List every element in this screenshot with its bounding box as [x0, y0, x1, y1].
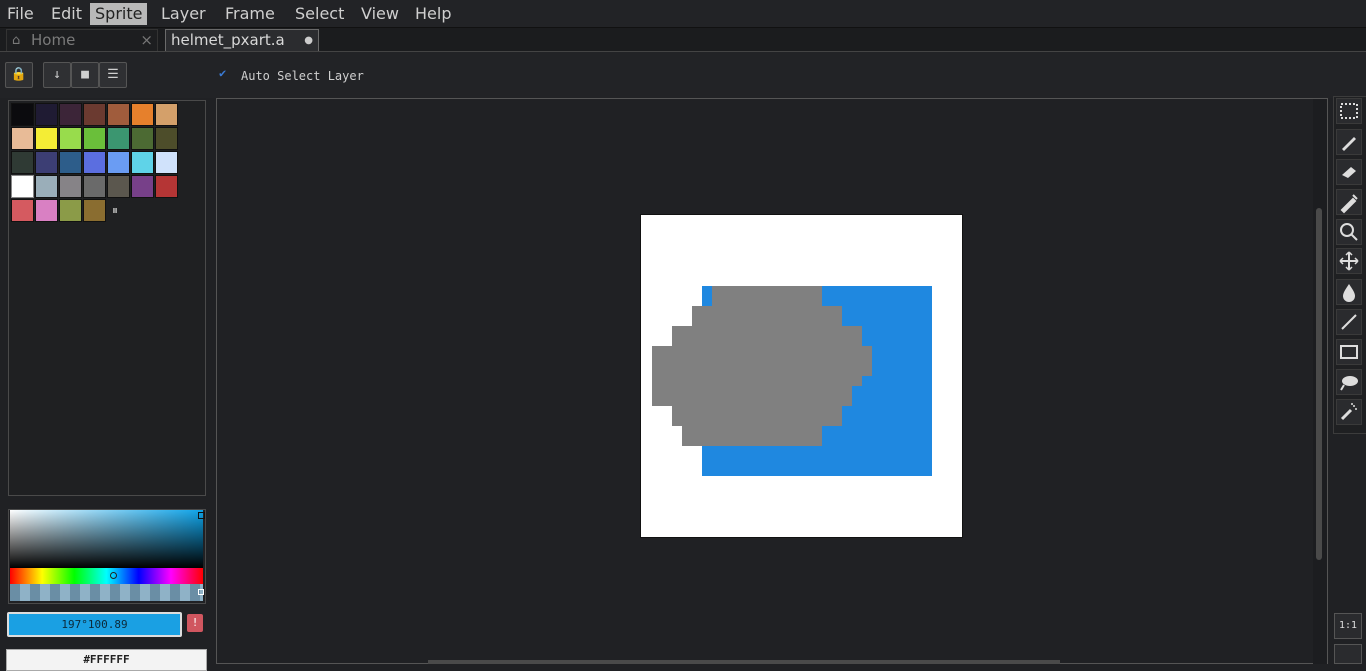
menu-help[interactable]: Help [410, 3, 456, 25]
palette-swatch[interactable] [131, 127, 154, 150]
palette-swatch[interactable] [155, 175, 178, 198]
palette-swatch[interactable] [83, 199, 106, 222]
palette-swatch[interactable] [59, 127, 82, 150]
lasso-icon[interactable] [1336, 369, 1362, 395]
down-arrow-button[interactable]: ↓ [43, 62, 71, 88]
eraser-icon[interactable] [1336, 159, 1362, 185]
menu-frame[interactable]: Frame [220, 3, 280, 25]
palette-swatch[interactable] [11, 103, 34, 126]
horizontal-scroll-thumb[interactable] [428, 660, 1060, 664]
auto-select-label: Auto Select Layer [241, 69, 364, 83]
palette-more-icon[interactable]: ⏸ [112, 203, 118, 218]
context-toolbar [0, 52, 1366, 98]
eyedropper-icon[interactable] [1336, 189, 1362, 215]
menu-file[interactable]: File [2, 3, 39, 25]
tab-bar: ⌂ Home × helmet_pxart.a ● [0, 28, 1366, 52]
menu-sprite[interactable]: Sprite [90, 3, 148, 25]
marquee-icon[interactable] [1336, 98, 1362, 124]
palette-swatch[interactable] [107, 151, 130, 174]
palette-swatch[interactable] [35, 127, 58, 150]
menu-view[interactable]: View [356, 3, 404, 25]
page-button[interactable]: ■ [71, 62, 99, 88]
alpha-slider[interactable] [10, 584, 203, 601]
hex-color-field[interactable]: #FFFFFF [6, 649, 207, 671]
zoom-reset-button[interactable]: 1:1 [1334, 613, 1362, 639]
palette-swatch[interactable] [11, 175, 34, 198]
grid-toggle-button[interactable] [1334, 644, 1362, 664]
rectangle-icon[interactable] [1336, 339, 1362, 365]
palette-swatch[interactable] [35, 103, 58, 126]
lock-icon[interactable]: 🔒 [5, 62, 33, 88]
menu-select[interactable]: Select [290, 3, 349, 25]
hue-slider[interactable] [10, 568, 203, 584]
palette-swatch[interactable] [107, 127, 130, 150]
line-icon[interactable] [1336, 309, 1362, 335]
palette-swatch[interactable] [107, 175, 130, 198]
sv-handle[interactable] [198, 512, 205, 519]
move-icon[interactable] [1336, 248, 1362, 274]
palette-swatch[interactable] [11, 199, 34, 222]
tab-home-label: Home [31, 31, 76, 49]
palette-swatch[interactable] [59, 103, 82, 126]
palette-swatch[interactable] [131, 103, 154, 126]
sprite-pixels [641, 286, 932, 476]
hue-handle[interactable] [110, 572, 117, 579]
zoom-icon[interactable] [1336, 219, 1362, 245]
fill-icon[interactable] [1336, 279, 1362, 305]
vertical-scroll-thumb[interactable] [1316, 208, 1322, 560]
palette-swatch[interactable] [83, 175, 106, 198]
palette-swatch[interactable] [83, 127, 106, 150]
modified-dot-icon[interactable]: ● [304, 30, 313, 51]
palette-swatch[interactable] [107, 103, 130, 126]
menu-bar: File Edit Sprite Layer Frame Select View… [0, 0, 1366, 28]
palette-swatch[interactable] [155, 127, 178, 150]
palette-swatch[interactable] [83, 151, 106, 174]
tab-helmet-pxart[interactable]: helmet_pxart.a ● [165, 29, 319, 51]
sprite-canvas[interactable] [640, 214, 963, 538]
gray-shape [652, 286, 872, 446]
palette-swatch[interactable] [35, 199, 58, 222]
close-icon[interactable]: × [140, 30, 153, 51]
warning-button[interactable]: ! [187, 614, 203, 632]
palette-swatch[interactable] [83, 103, 106, 126]
palette-swatch[interactable] [11, 151, 34, 174]
palette-swatch[interactable] [35, 151, 58, 174]
list-menu-button[interactable]: ☰ [99, 62, 127, 88]
home-icon: ⌂ [12, 33, 21, 48]
tab-home[interactable]: ⌂ Home × [6, 29, 158, 51]
palette-swatch[interactable] [35, 175, 58, 198]
alpha-handle[interactable] [198, 589, 204, 595]
palette-swatch[interactable] [11, 127, 34, 150]
white-cutouts [641, 446, 702, 476]
saturation-value-box[interactable] [10, 510, 203, 568]
palette-swatch[interactable] [155, 103, 178, 126]
color-value-field[interactable]: 197°100.89 [7, 612, 182, 637]
palette-swatch[interactable] [59, 199, 82, 222]
spray-icon[interactable] [1336, 399, 1362, 425]
palette-swatch[interactable] [131, 151, 154, 174]
palette-swatch[interactable] [59, 151, 82, 174]
auto-select-checkbox[interactable]: ✔ [219, 66, 226, 80]
menu-layer[interactable]: Layer [156, 3, 211, 25]
palette-swatch[interactable] [59, 175, 82, 198]
palette-swatch[interactable] [131, 175, 154, 198]
palette-swatch[interactable] [155, 151, 178, 174]
tab-file-label: helmet_pxart.a [171, 31, 285, 49]
menu-edit[interactable]: Edit [46, 3, 87, 25]
pencil-icon[interactable] [1336, 129, 1362, 155]
